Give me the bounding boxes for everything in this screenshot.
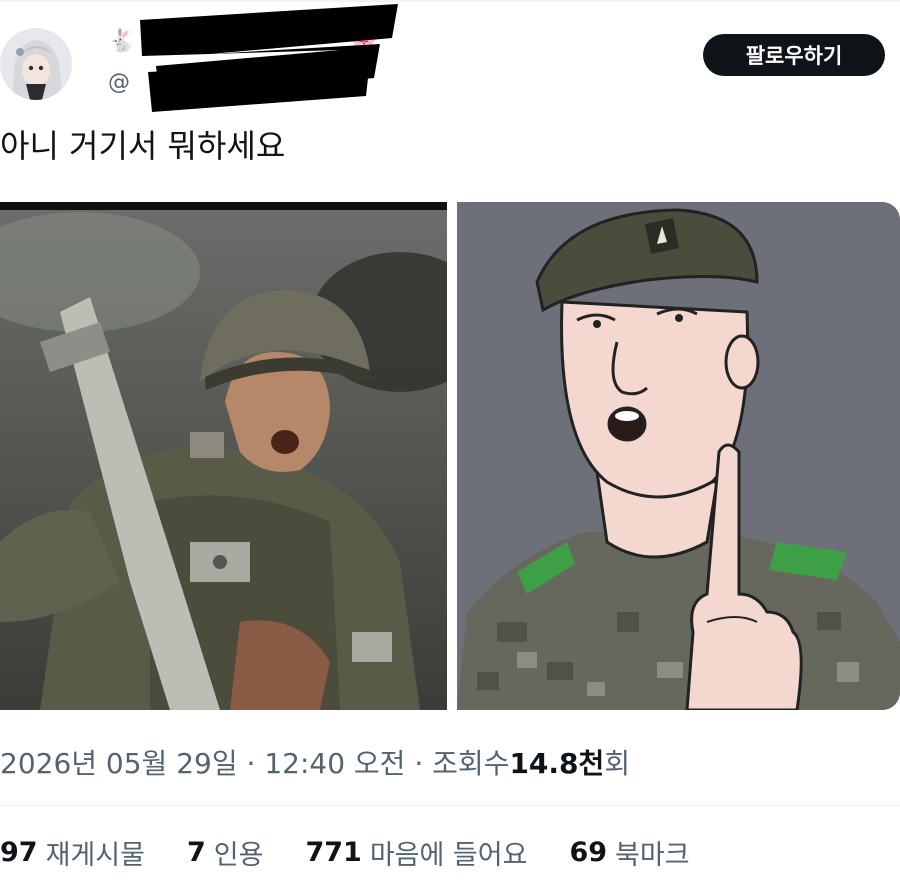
engagement-stats: 97 재게시물 7 인용 771 마음에 들어요 69 북마크	[0, 830, 732, 874]
stat-value: 7	[186, 836, 206, 868]
stat-reposts[interactable]: 97 재게시물	[0, 833, 145, 872]
meta-separator: ·	[414, 747, 424, 780]
media-cartoon-right[interactable]	[457, 202, 900, 710]
cartoon-soldier	[457, 202, 900, 710]
stat-bookmarks[interactable]: 69 북마크	[569, 833, 689, 872]
stat-quotes[interactable]: 7 인용	[187, 833, 263, 872]
stat-value: 771	[305, 836, 362, 868]
avatar[interactable]	[0, 28, 72, 100]
meta-separator: ·	[246, 747, 256, 780]
stat-label: 인용	[213, 839, 264, 871]
post-time[interactable]: 12:40 오전	[264, 747, 405, 780]
views-suffix: 회	[604, 747, 631, 780]
post-text: 아니 거기서 뭐하세요	[0, 127, 286, 165]
avatar-image	[0, 28, 72, 100]
stat-label: 마음에 들어요	[369, 839, 528, 871]
stat-value: 97	[0, 836, 38, 868]
stat-label: 북마크	[615, 839, 690, 871]
soldier-photo	[0, 202, 447, 710]
stat-label: 재게시물	[45, 839, 145, 871]
post-meta: 2026년 05월 29일 · 12:40 오전 · 조회수14.8천회	[0, 742, 630, 782]
post-date[interactable]: 2026년 05월 29일	[0, 747, 238, 780]
stats-divider	[0, 805, 900, 806]
redaction-scribble	[140, 4, 398, 112]
follow-button[interactable]: 팔로우하기	[703, 34, 885, 76]
views-label: 조회수	[432, 747, 510, 780]
views-count: 14.8천	[509, 747, 605, 780]
author-handle[interactable]: @	[108, 70, 130, 95]
stat-value: 69	[569, 836, 608, 868]
stat-likes[interactable]: 771 마음에 들어요	[305, 833, 527, 872]
media-photo-left[interactable]	[0, 202, 447, 710]
